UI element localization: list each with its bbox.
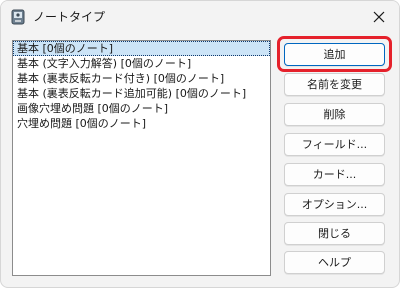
list-item[interactable]: 基本 (裏表反転カード追加可能) [0個のノート] — [13, 86, 270, 101]
app-icon — [11, 9, 25, 25]
list-item[interactable]: 基本 (文字入力解答) [0個のノート] — [13, 56, 270, 71]
options-button[interactable]: オプション... — [284, 193, 385, 216]
list-item[interactable]: 画像穴埋め問題 [0個のノート] — [13, 101, 270, 116]
fields-button[interactable]: フィールド... — [284, 133, 385, 156]
list-item[interactable]: 基本 [0個のノート] — [13, 41, 270, 56]
window-title: ノートタイプ — [33, 10, 106, 24]
note-type-list[interactable]: 基本 [0個のノート] 基本 (文字入力解答) [0個のノート] 基本 (裏表反… — [12, 40, 271, 276]
note-types-dialog: ノートタイプ 基本 [0個のノート] 基本 (文字入力解答) [0個のノート] … — [0, 0, 400, 288]
list-item[interactable]: 穴埋め問題 [0個のノート] — [13, 116, 270, 131]
title-bar[interactable]: ノートタイプ — [1, 1, 399, 33]
list-item[interactable]: 基本 (裏表反転カード付き) [0個のノート] — [13, 71, 270, 86]
close-button[interactable]: 閉じる — [284, 222, 385, 245]
help-button[interactable]: ヘルプ — [284, 251, 385, 274]
add-button[interactable]: 追加 — [284, 43, 385, 66]
rename-button[interactable]: 名前を変更 — [284, 73, 385, 96]
close-icon[interactable] — [369, 7, 389, 27]
delete-button[interactable]: 削除 — [284, 103, 385, 126]
cards-button[interactable]: カード... — [284, 163, 385, 186]
